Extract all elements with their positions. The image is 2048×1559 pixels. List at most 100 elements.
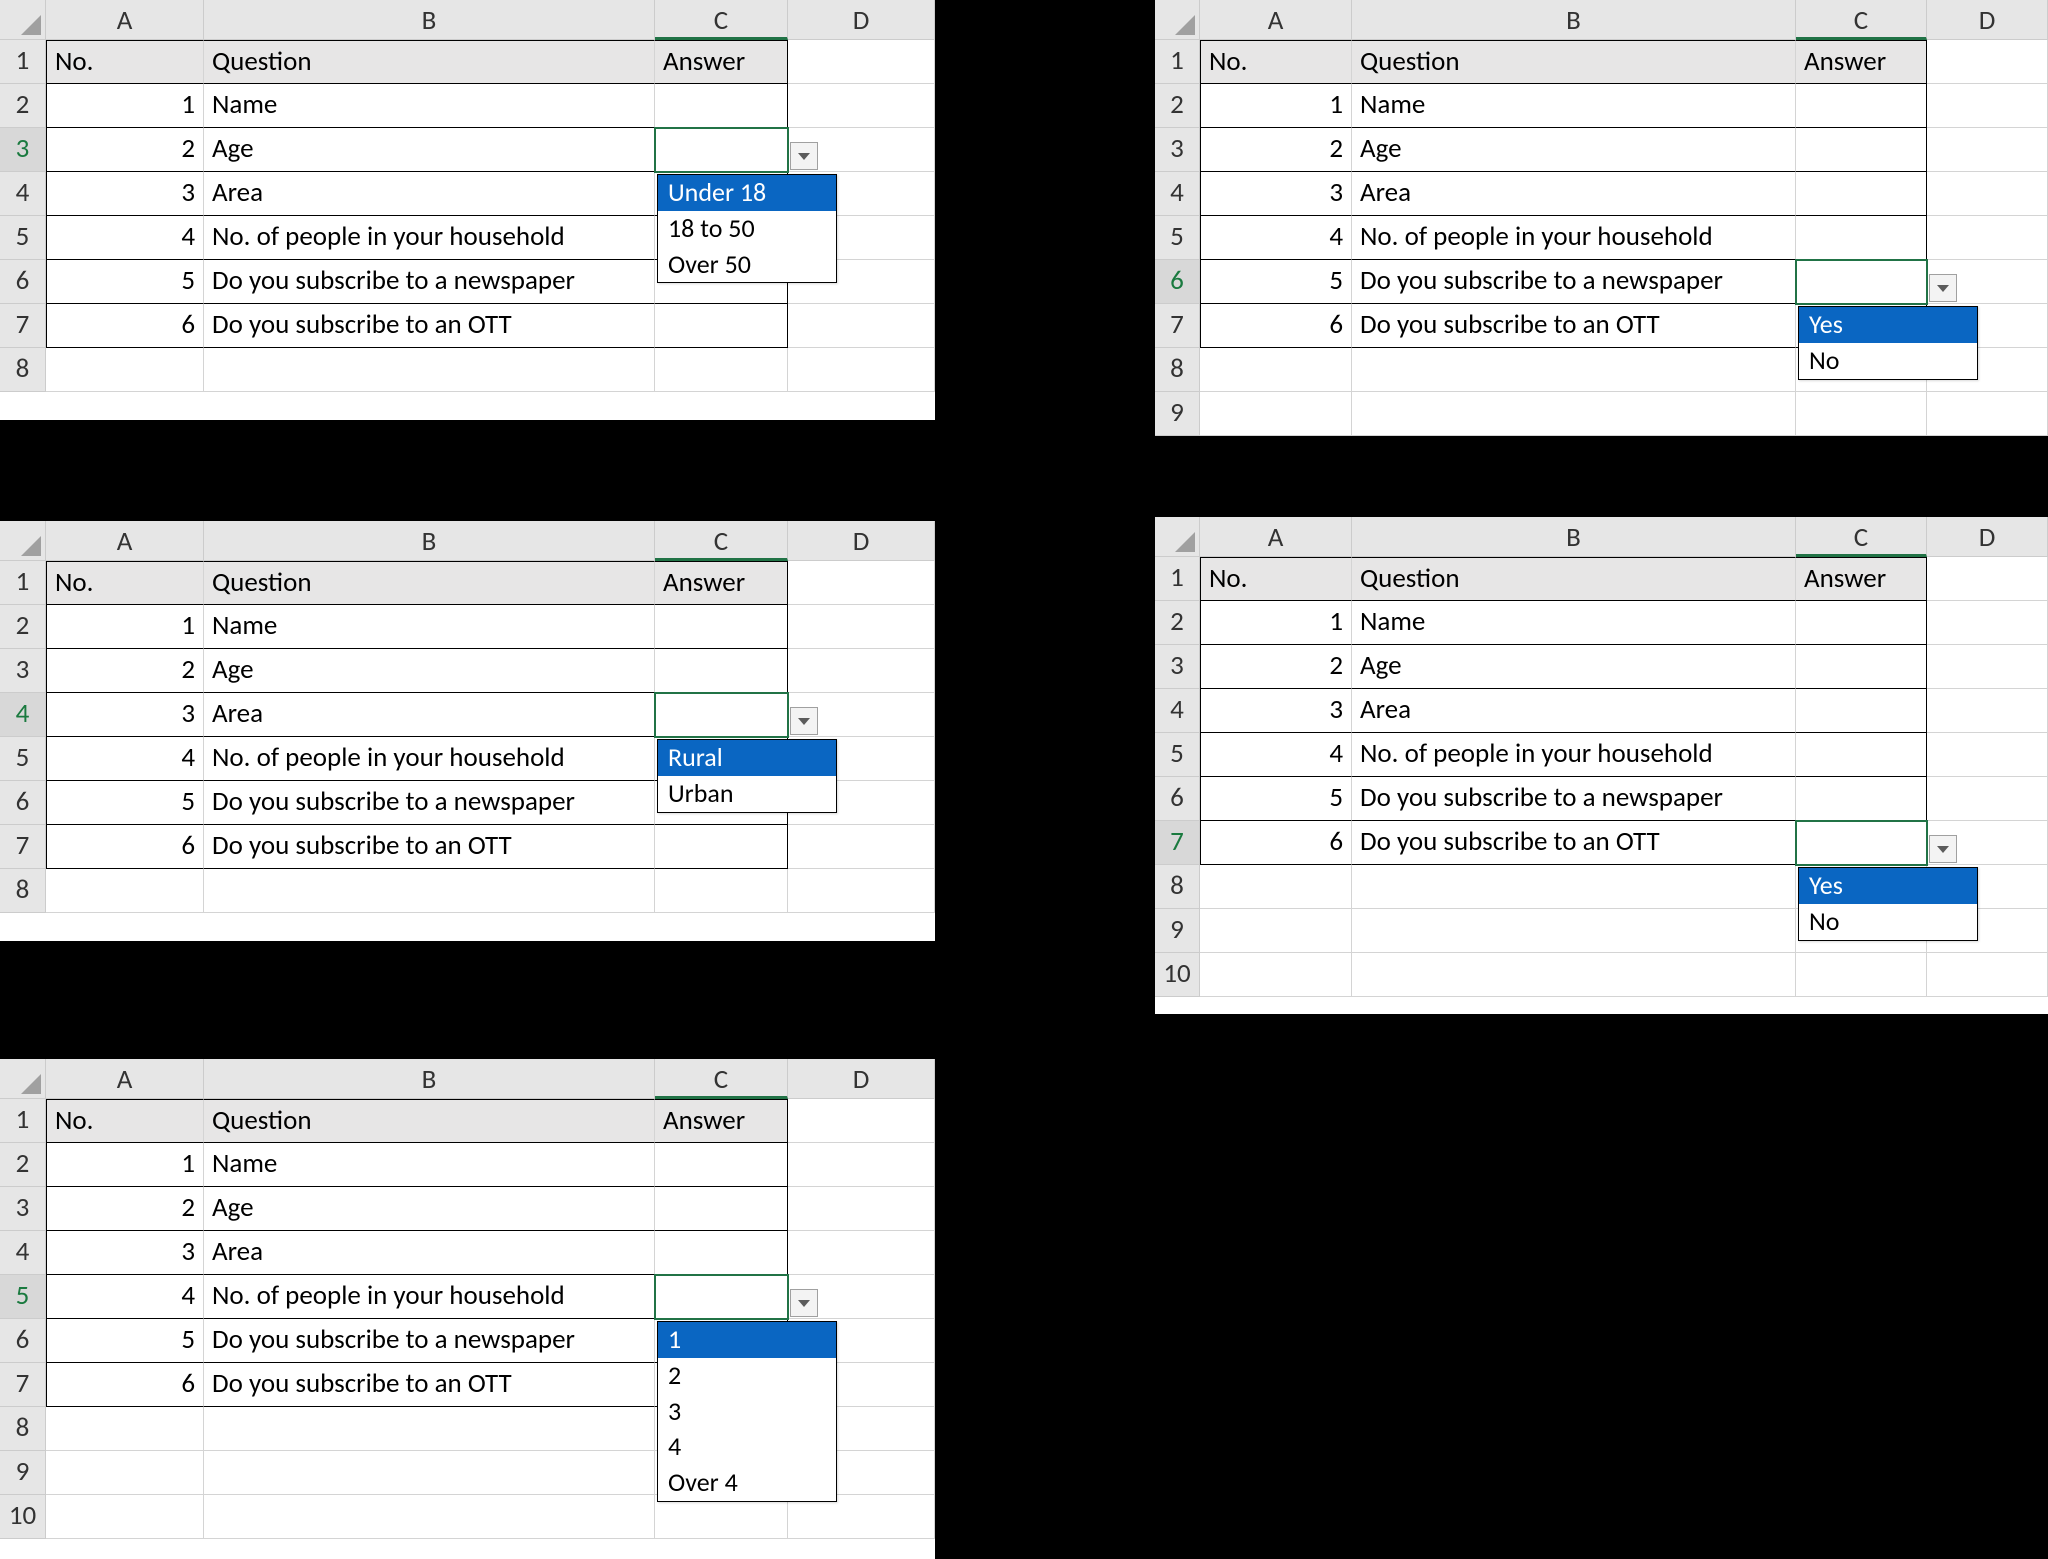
answer-cell[interactable] (655, 1231, 788, 1275)
question-text[interactable]: Name (1352, 601, 1796, 645)
question-text[interactable]: No. of people in your household (204, 216, 655, 260)
row-header[interactable]: 4 (1155, 689, 1200, 733)
row-header[interactable]: 4 (0, 172, 46, 216)
row-header[interactable]: 6 (0, 1319, 46, 1363)
table-header-answer[interactable]: Answer (1796, 557, 1927, 601)
row-header[interactable]: 6 (1155, 777, 1200, 821)
column-header-d[interactable]: D (788, 0, 935, 40)
row-header[interactable]: 1 (0, 40, 46, 84)
row-header[interactable]: 7 (1155, 821, 1200, 865)
column-header-c[interactable]: C (1796, 517, 1927, 557)
table-header-no[interactable]: No. (46, 561, 204, 605)
question-text[interactable]: Do you subscribe to an OTT (204, 825, 655, 869)
cell[interactable] (1927, 84, 2048, 128)
answer-cell[interactable] (655, 649, 788, 693)
table-header-question[interactable]: Question (204, 40, 655, 84)
cell[interactable] (46, 869, 204, 913)
cell[interactable] (1927, 733, 2048, 777)
column-header-b[interactable]: B (1352, 0, 1796, 40)
cell[interactable] (204, 869, 655, 913)
row-header[interactable]: 7 (1155, 304, 1200, 348)
dropdown-list[interactable]: 1234Over 4 (657, 1321, 837, 1502)
cell[interactable] (655, 348, 788, 392)
dropdown-option[interactable]: Yes (1799, 868, 1977, 904)
question-number[interactable]: 4 (1200, 733, 1352, 777)
question-number[interactable]: 1 (46, 605, 204, 649)
cell[interactable] (1927, 645, 2048, 689)
answer-cell[interactable] (1796, 645, 1927, 689)
row-header[interactable]: 7 (0, 1363, 46, 1407)
column-header-d[interactable]: D (788, 1059, 935, 1099)
dropdown-option[interactable]: 1 (658, 1322, 836, 1358)
row-header[interactable]: 8 (0, 869, 46, 913)
dropdown-option[interactable]: 4 (658, 1429, 836, 1465)
answer-cell[interactable] (655, 1143, 788, 1187)
cell[interactable] (1352, 953, 1796, 997)
cell[interactable] (1352, 348, 1796, 392)
cell[interactable] (788, 561, 935, 605)
table-header-question[interactable]: Question (204, 561, 655, 605)
question-text[interactable]: Do you subscribe to a newspaper (204, 1319, 655, 1363)
answer-cell[interactable] (655, 84, 788, 128)
table-header-answer[interactable]: Answer (655, 40, 788, 84)
cell[interactable] (46, 1495, 204, 1539)
question-text[interactable]: Do you subscribe to a newspaper (204, 260, 655, 304)
row-header[interactable]: 3 (1155, 645, 1200, 689)
answer-cell[interactable] (1796, 733, 1927, 777)
cell[interactable] (1927, 392, 2048, 436)
dropdown-button[interactable] (790, 1289, 818, 1317)
answer-cell[interactable] (1796, 216, 1927, 260)
dropdown-list[interactable]: YesNo (1798, 306, 1978, 380)
dropdown-button[interactable] (790, 707, 818, 735)
cell[interactable] (1796, 953, 1927, 997)
question-number[interactable]: 6 (1200, 821, 1352, 865)
cell[interactable] (1927, 689, 2048, 733)
column-header-d[interactable]: D (1927, 517, 2048, 557)
row-header[interactable]: 4 (0, 693, 46, 737)
cell[interactable] (788, 1187, 935, 1231)
row-header[interactable]: 3 (0, 649, 46, 693)
cell[interactable] (1200, 909, 1352, 953)
column-header-d[interactable]: D (1927, 0, 2048, 40)
dropdown-option[interactable]: 18 to 50 (658, 211, 836, 247)
cell[interactable] (1927, 601, 2048, 645)
column-header-a[interactable]: A (46, 0, 204, 40)
row-header[interactable]: 8 (1155, 348, 1200, 392)
cell[interactable] (788, 1143, 935, 1187)
row-header[interactable]: 6 (0, 260, 46, 304)
dropdown-button[interactable] (1929, 274, 1957, 302)
dropdown-option[interactable]: Urban (658, 776, 836, 812)
question-text[interactable]: Age (1352, 645, 1796, 689)
row-header[interactable]: 7 (0, 304, 46, 348)
question-number[interactable]: 1 (1200, 601, 1352, 645)
question-text[interactable]: Area (204, 1231, 655, 1275)
answer-cell[interactable] (1796, 128, 1927, 172)
answer-cell[interactable] (1796, 777, 1927, 821)
column-header-a[interactable]: A (1200, 0, 1352, 40)
row-header[interactable]: 10 (1155, 953, 1200, 997)
cell[interactable] (788, 40, 935, 84)
table-header-answer[interactable]: Answer (1796, 40, 1927, 84)
cell[interactable] (1927, 128, 2048, 172)
cell[interactable] (1352, 909, 1796, 953)
question-number[interactable]: 1 (1200, 84, 1352, 128)
column-header-a[interactable]: A (46, 1059, 204, 1099)
cell[interactable] (1352, 392, 1796, 436)
question-text[interactable]: Do you subscribe to a newspaper (1352, 260, 1796, 304)
question-text[interactable]: Do you subscribe to a newspaper (204, 781, 655, 825)
cell[interactable] (788, 348, 935, 392)
dropdown-option[interactable]: No (1799, 343, 1977, 379)
cell[interactable] (1927, 777, 2048, 821)
cell[interactable] (1200, 953, 1352, 997)
row-header[interactable]: 5 (1155, 216, 1200, 260)
question-text[interactable]: Do you subscribe to an OTT (1352, 304, 1796, 348)
row-header[interactable]: 5 (0, 1275, 46, 1319)
question-text[interactable]: Do you subscribe to an OTT (204, 1363, 655, 1407)
row-header[interactable]: 4 (0, 1231, 46, 1275)
dropdown-button[interactable] (790, 142, 818, 170)
select-all-corner[interactable] (0, 1059, 46, 1099)
column-header-b[interactable]: B (1352, 517, 1796, 557)
selected-cell[interactable] (655, 1275, 788, 1319)
column-header-c[interactable]: C (655, 1059, 788, 1099)
row-header[interactable]: 2 (0, 1143, 46, 1187)
